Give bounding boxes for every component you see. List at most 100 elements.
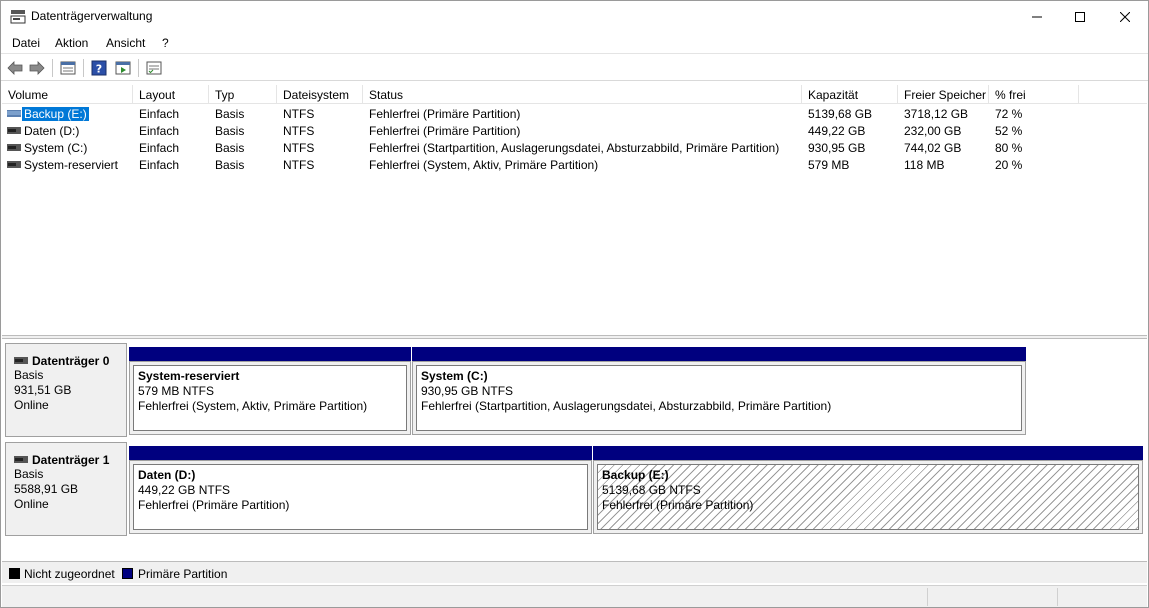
cell-volume: Backup (E:) bbox=[22, 107, 89, 121]
cell-typ: Basis bbox=[215, 107, 245, 121]
list-header: Volume Layout Typ Dateisystem Status Kap… bbox=[2, 85, 1147, 104]
disk-name: Datenträger 0 bbox=[32, 354, 110, 368]
back-arrow-icon bbox=[7, 61, 23, 75]
window-title: Datenträgerverwaltung bbox=[31, 9, 153, 23]
partition-daten-d[interactable]: Daten (D:) 449,22 GB NTFS Fehlerfrei (Pr… bbox=[129, 446, 592, 534]
partition-system-reserved[interactable]: System-reserviert 579 MB NTFS Fehlerfrei… bbox=[129, 347, 411, 435]
toolbar-separator bbox=[83, 59, 84, 77]
cell-status: Fehlerfrei (Primäre Partition) bbox=[369, 107, 521, 121]
selected-partition-area: Backup (E:) 5139,68 GB NTFS Fehlerfrei (… bbox=[597, 464, 1139, 530]
partition-system-c[interactable]: System (C:) 930,95 GB NTFS Fehlerfrei (S… bbox=[412, 347, 1026, 435]
toolbar-separator bbox=[138, 59, 139, 77]
column-header-status[interactable]: Status bbox=[363, 85, 802, 104]
cell-layout: Einfach bbox=[139, 141, 180, 155]
disk-size: 5588,91 GB bbox=[14, 482, 79, 496]
volume-icon bbox=[7, 144, 21, 151]
title-bar: Datenträgerverwaltung bbox=[1, 1, 1148, 32]
minimize-button[interactable] bbox=[1014, 1, 1060, 32]
partition-type-bar bbox=[129, 347, 411, 361]
cell-freier-speicher: 744,02 GB bbox=[904, 141, 962, 155]
partition-type-bar bbox=[593, 446, 1143, 460]
column-header-layout[interactable]: Layout bbox=[133, 85, 209, 104]
cell-dateisystem: NTFS bbox=[283, 158, 315, 172]
volume-icon bbox=[7, 127, 21, 134]
list-view-button[interactable] bbox=[145, 59, 163, 77]
help-icon: ? bbox=[91, 60, 107, 76]
hard-disk-icon bbox=[14, 357, 28, 364]
cell-kapazitaet: 449,22 GB bbox=[808, 124, 866, 138]
volume-icon bbox=[7, 110, 21, 117]
column-header-volume[interactable]: Volume bbox=[2, 85, 133, 104]
menu-ansicht[interactable]: Ansicht bbox=[106, 36, 145, 50]
volume-icon bbox=[7, 161, 21, 168]
console-tree-button[interactable] bbox=[114, 59, 132, 77]
close-icon bbox=[1120, 11, 1130, 22]
cell-freier-speicher: 232,00 GB bbox=[904, 124, 962, 138]
partition-name: System (C:) bbox=[421, 369, 488, 383]
partition-size: 449,22 GB NTFS bbox=[138, 483, 231, 497]
legend-swatch-primary bbox=[122, 568, 133, 579]
table-row[interactable]: Backup (E:) Einfach Basis NTFS Fehlerfre… bbox=[2, 105, 1147, 122]
cell-dateisystem: NTFS bbox=[283, 124, 315, 138]
cell-kapazitaet: 5139,68 GB bbox=[808, 107, 873, 121]
column-header-typ[interactable]: Typ bbox=[209, 85, 277, 104]
disk-type: Basis bbox=[14, 368, 44, 382]
disk-0-label[interactable]: Datenträger 0 Basis 931,51 GB Online bbox=[5, 343, 127, 437]
maximize-button[interactable] bbox=[1057, 1, 1103, 32]
maximize-icon bbox=[1075, 11, 1085, 22]
cell-layout: Einfach bbox=[139, 124, 180, 138]
legend-label-primary: Primäre Partition bbox=[138, 567, 228, 581]
partition-name: System-reserviert bbox=[138, 369, 240, 383]
partition-size: 930,95 GB NTFS bbox=[421, 384, 514, 398]
column-header-kapazitaet[interactable]: Kapazität bbox=[802, 85, 898, 104]
cell-prozent-frei: 80 % bbox=[995, 141, 1023, 155]
status-pane bbox=[1057, 588, 1145, 606]
menu-aktion[interactable]: Aktion bbox=[55, 36, 88, 50]
cell-kapazitaet: 579 MB bbox=[808, 158, 850, 172]
cell-status: Fehlerfrei (Primäre Partition) bbox=[369, 124, 521, 138]
partition-backup-e[interactable]: Backup (E:) 5139,68 GB NTFS Fehlerfrei (… bbox=[593, 446, 1143, 534]
column-header-prozent-frei[interactable]: % frei bbox=[989, 85, 1079, 104]
volume-list[interactable]: Volume Layout Typ Dateisystem Status Kap… bbox=[2, 85, 1147, 335]
cell-volume: System (C:) bbox=[24, 141, 88, 155]
cell-typ: Basis bbox=[215, 124, 245, 138]
disk-type: Basis bbox=[14, 467, 44, 481]
disk-1-label[interactable]: Datenträger 1 Basis 5588,91 GB Online bbox=[5, 442, 127, 536]
disk-name: Datenträger 1 bbox=[32, 453, 110, 467]
help-button[interactable]: ? bbox=[90, 59, 108, 77]
status-pane bbox=[927, 588, 1057, 606]
column-header-dateisystem[interactable]: Dateisystem bbox=[277, 85, 363, 104]
column-header-freier-speicher[interactable]: Freier Speicher bbox=[898, 85, 989, 104]
cell-kapazitaet: 930,95 GB bbox=[808, 141, 866, 155]
cell-volume: System-reserviert bbox=[24, 158, 119, 172]
menu-datei[interactable]: Datei bbox=[12, 36, 40, 50]
back-button[interactable] bbox=[6, 59, 24, 77]
menu-bar: Datei Aktion Ansicht ? bbox=[1, 32, 1148, 54]
forward-arrow-icon bbox=[29, 61, 45, 75]
table-row[interactable]: System-reserviert Einfach Basis NTFS Feh… bbox=[2, 156, 1147, 173]
cell-prozent-frei: 72 % bbox=[995, 107, 1023, 121]
cell-status: Fehlerfrei (System, Aktiv, Primäre Parti… bbox=[369, 158, 599, 172]
status-bar bbox=[2, 585, 1147, 607]
partition-size: 579 MB NTFS bbox=[138, 384, 215, 398]
cell-typ: Basis bbox=[215, 158, 245, 172]
close-button[interactable] bbox=[1102, 1, 1148, 32]
svg-text:?: ? bbox=[96, 63, 102, 76]
partition-status: Fehlerfrei (Primäre Partition) bbox=[602, 498, 754, 512]
menu-help[interactable]: ? bbox=[162, 36, 169, 50]
disk-size: 931,51 GB bbox=[14, 383, 72, 397]
cell-layout: Einfach bbox=[139, 158, 180, 172]
table-row[interactable]: Daten (D:) Einfach Basis NTFS Fehlerfrei… bbox=[2, 122, 1147, 139]
cell-dateisystem: NTFS bbox=[283, 141, 315, 155]
disk-graphical-view: Datenträger 0 Basis 931,51 GB Online Sys… bbox=[2, 339, 1147, 561]
properties-button[interactable] bbox=[59, 59, 77, 77]
legend-swatch-unallocated bbox=[9, 568, 20, 579]
properties-icon bbox=[60, 61, 76, 75]
list-view-icon bbox=[146, 61, 162, 75]
cell-freier-speicher: 3718,12 GB bbox=[904, 107, 969, 121]
forward-button[interactable] bbox=[28, 59, 46, 77]
cell-typ: Basis bbox=[215, 141, 245, 155]
disk-state: Online bbox=[14, 398, 49, 412]
table-row[interactable]: System (C:) Einfach Basis NTFS Fehlerfre… bbox=[2, 139, 1147, 156]
hard-disk-icon bbox=[14, 456, 28, 463]
